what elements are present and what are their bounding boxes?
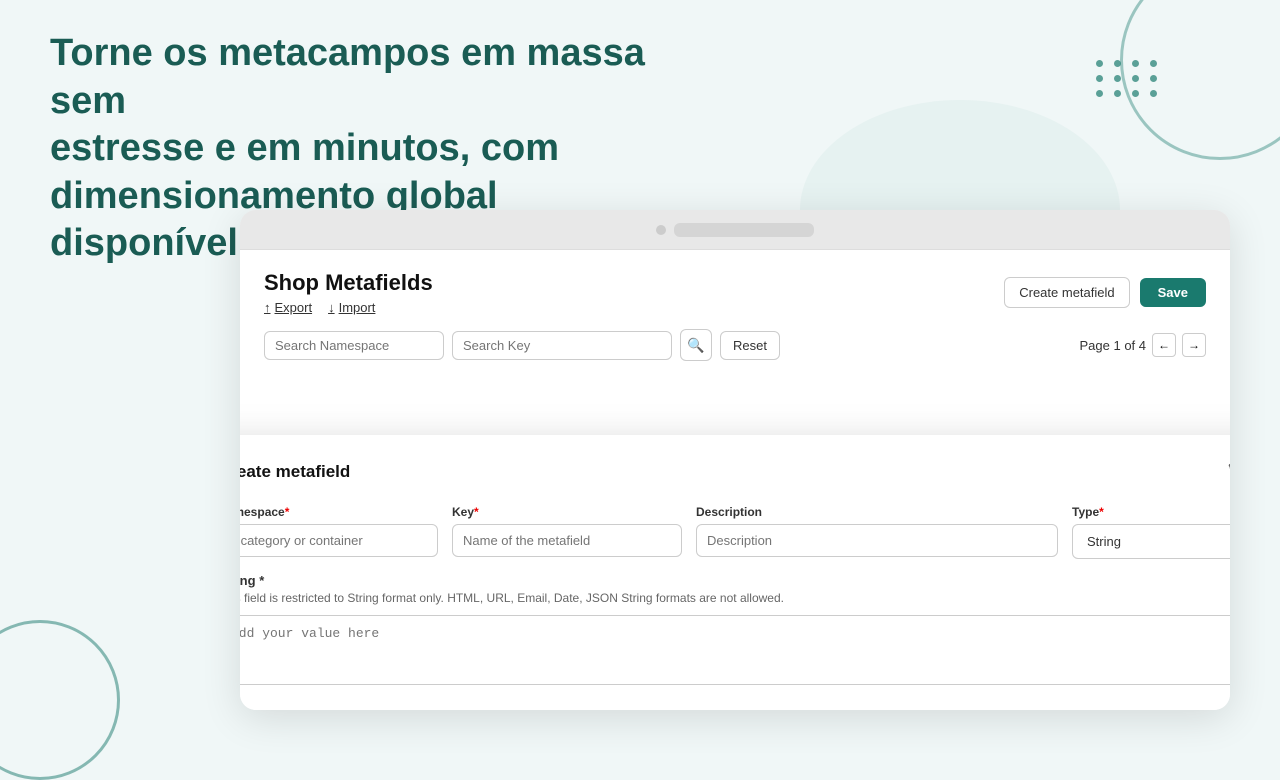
shop-header: Shop Metafields ↑ Export ↓ Import Create… <box>264 270 1206 315</box>
value-textarea[interactable] <box>240 615 1230 685</box>
modal-form-row: Namespace* Key* Description <box>240 505 1230 559</box>
export-link[interactable]: ↑ Export <box>264 300 312 315</box>
pagination-prev-button[interactable]: ← <box>1152 333 1176 357</box>
type-select[interactable]: String Integer Boolean JSON Date URL Ema… <box>1072 524 1230 559</box>
browser-topbar <box>240 210 1230 250</box>
description-input[interactable] <box>696 524 1058 557</box>
save-button[interactable]: Save <box>1140 278 1206 307</box>
modal-title: Create metafield <box>240 462 350 482</box>
create-metafield-modal: Create metafield 🗑 Namespace* <box>240 435 1230 710</box>
shop-actions-left: ↑ Export ↓ Import <box>264 300 433 315</box>
key-field-group: Key* <box>452 505 682 559</box>
search-submit-button[interactable]: 🔍 <box>680 329 712 361</box>
description-label: Description <box>696 505 1058 519</box>
string-label: String * <box>240 573 1230 588</box>
browser-mockup: Shop Metafields ↑ Export ↓ Import Create… <box>240 210 1230 710</box>
namespace-field-group: Namespace* <box>240 505 438 559</box>
create-metafield-button[interactable]: Create metafield <box>1004 277 1129 308</box>
search-bar: 🔍 Reset Page 1 of 4 ← → <box>264 329 1206 361</box>
browser-dot-1 <box>656 225 666 235</box>
key-label: Key* <box>452 505 682 519</box>
dots-grid-decoration <box>1096 60 1160 97</box>
export-arrow-icon: ↑ <box>264 300 271 315</box>
delete-modal-button[interactable]: 🗑 <box>1222 457 1230 487</box>
pagination-next-button[interactable]: → <box>1182 333 1206 357</box>
browser-content: Shop Metafields ↑ Export ↓ Import Create… <box>240 250 1230 710</box>
shop-actions-right: Create metafield Save <box>1004 277 1206 308</box>
pagination: Page 1 of 4 ← → <box>1080 333 1207 357</box>
modal-overlay: Create metafield 🗑 Namespace* <box>240 435 1230 710</box>
search-key-input[interactable] <box>452 331 672 360</box>
search-icon: 🔍 <box>687 337 704 354</box>
key-input[interactable] <box>452 524 682 557</box>
modal-header: Create metafield 🗑 <box>240 457 1230 487</box>
import-link[interactable]: ↓ Import <box>328 300 375 315</box>
namespace-input[interactable] <box>240 524 438 557</box>
import-arrow-icon: ↓ <box>328 300 335 315</box>
type-field-group: Type* String Integer Boolean JSON Date U… <box>1072 505 1230 559</box>
reset-button[interactable]: Reset <box>720 331 780 360</box>
description-field-group: Description <box>696 505 1058 559</box>
shop-title: Shop Metafields <box>264 270 433 296</box>
string-hint: This field is restricted to String forma… <box>240 591 1230 605</box>
browser-url-bar <box>674 223 814 237</box>
string-section: String * This field is restricted to Str… <box>240 573 1230 690</box>
search-namespace-input[interactable] <box>264 331 444 360</box>
type-label: Type* <box>1072 505 1230 519</box>
bg-circle-bottom-left <box>0 620 120 780</box>
trash-icon: 🗑 <box>1226 462 1230 483</box>
namespace-label: Namespace* <box>240 505 438 519</box>
